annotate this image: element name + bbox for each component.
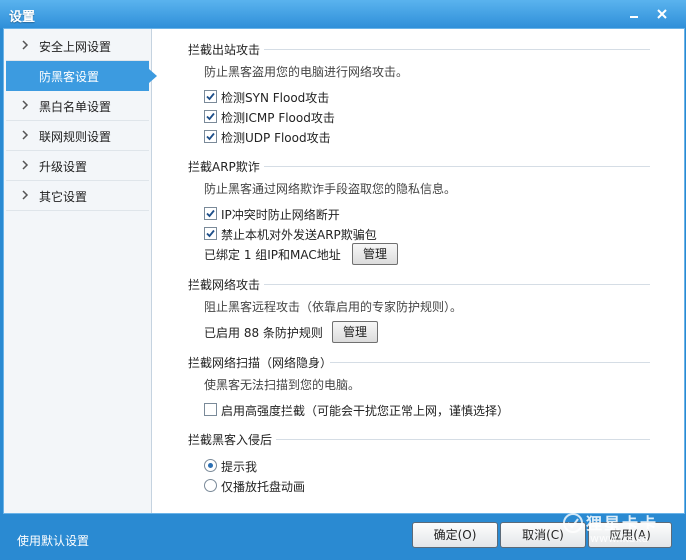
manage-arp-button[interactable]: 管理: [352, 243, 398, 265]
chevron-right-icon: [22, 100, 29, 110]
radio-dot[interactable]: [204, 459, 217, 472]
section-title-outbound: 拦截出站攻击: [188, 43, 261, 57]
section-desc-arp: 防止黑客通过网络欺诈手段盗取您的隐私信息。: [204, 182, 457, 196]
rules-enabled-status: 已启用 88 条防护规则: [204, 326, 323, 340]
checkbox-label: 检测ICMP Flood攻击: [221, 111, 335, 125]
checkbox-box[interactable]: [204, 403, 217, 416]
sidebar-item-label: 其它设置: [39, 190, 88, 204]
chevron-right-icon: [22, 160, 29, 170]
watermark: 狸星卡卡 www.ikaka: [560, 508, 682, 556]
arp-bound-status: 已绑定 1 组IP和MAC地址: [204, 248, 341, 262]
restore-defaults-link[interactable]: 使用默认设置: [17, 532, 89, 549]
settings-content: 拦截出站攻击 防止黑客盗用您的电脑进行网络攻击。 检测SYN Flood攻击 检…: [152, 29, 684, 513]
sidebar-item-label: 联网规则设置: [39, 130, 112, 144]
sidebar-item-network-rules[interactable]: 联网规则设置: [6, 121, 149, 151]
chevron-right-icon: [22, 190, 29, 200]
watermark-logo-icon: [563, 513, 583, 533]
checkbox-box[interactable]: [204, 130, 217, 143]
client-area: 安全上网设置 防黑客设置 黑白名单设置 联网规则设置 升级设置 其它设置 拦截出…: [3, 28, 685, 514]
checkbox-label: 启用高强度拦截（可能会干扰您正常上网，谨慎选择）: [221, 404, 510, 418]
section-title-intrusion: 拦截黑客入侵后: [188, 433, 273, 447]
sidebar-item-other[interactable]: 其它设置: [6, 181, 149, 211]
sidebar: 安全上网设置 防黑客设置 黑白名单设置 联网规则设置 升级设置 其它设置: [4, 29, 157, 513]
close-icon[interactable]: [654, 6, 670, 22]
sidebar-item-safe-browsing[interactable]: 安全上网设置: [6, 31, 149, 61]
section-title-scan: 拦截网络扫描（网络隐身）: [188, 356, 333, 370]
section-desc-scan: 使黑客无法扫描到您的电脑。: [204, 378, 361, 392]
watermark-text: 狸星卡卡: [586, 514, 659, 533]
checkbox-label: 禁止本机对外发送ARP欺骗包: [221, 228, 377, 242]
sidebar-item-label: 升级设置: [39, 160, 88, 174]
manage-rules-button[interactable]: 管理: [332, 321, 378, 343]
radio-dot[interactable]: [204, 479, 217, 492]
title-bar: 设置: [0, 0, 686, 28]
section-desc-network: 阻止黑客远程攻击（依靠启用的专家防护规则）。: [204, 300, 463, 314]
checkbox-box[interactable]: [204, 207, 217, 220]
radio-label: 提示我: [221, 460, 258, 474]
radio-label: 仅播放托盘动画: [221, 480, 306, 494]
settings-window: 设置 安全上网设置 防黑客设置 黑白名单设置 联网规则设置 升级设置 其它设置 …: [0, 0, 686, 560]
sidebar-item-label: 防黑客设置: [39, 70, 100, 84]
section-desc-outbound: 防止黑客盗用您的电脑进行网络攻击。: [204, 65, 409, 79]
sidebar-item-label: 黑白名单设置: [39, 100, 112, 114]
minimize-icon[interactable]: [626, 6, 642, 22]
section-divider: [264, 284, 650, 285]
checkbox-label: IP冲突时防止网络断开: [221, 208, 340, 222]
chevron-right-icon: [22, 130, 29, 140]
section-divider: [264, 166, 650, 167]
section-title-arp: 拦截ARP欺诈: [188, 160, 260, 174]
section-divider: [276, 439, 650, 440]
sidebar-item-anti-hacker[interactable]: 防黑客设置: [6, 61, 157, 91]
watermark-url: www.ikaka: [590, 532, 649, 545]
checkbox-box[interactable]: [204, 90, 217, 103]
checkbox-label: 检测SYN Flood攻击: [221, 91, 330, 105]
sidebar-item-upgrade[interactable]: 升级设置: [6, 151, 149, 181]
sidebar-item-black-white-list[interactable]: 黑白名单设置: [6, 91, 149, 121]
ok-button[interactable]: 确定(O): [412, 522, 498, 548]
checkbox-label: 检测UDP Flood攻击: [221, 131, 331, 145]
section-divider: [330, 362, 650, 363]
window-title: 设置: [9, 10, 36, 25]
section-title-network: 拦截网络攻击: [188, 278, 261, 292]
section-divider: [264, 49, 650, 50]
checkbox-box[interactable]: [204, 110, 217, 123]
chevron-right-icon: [22, 40, 29, 50]
checkbox-box[interactable]: [204, 227, 217, 240]
sidebar-item-label: 安全上网设置: [39, 40, 112, 54]
